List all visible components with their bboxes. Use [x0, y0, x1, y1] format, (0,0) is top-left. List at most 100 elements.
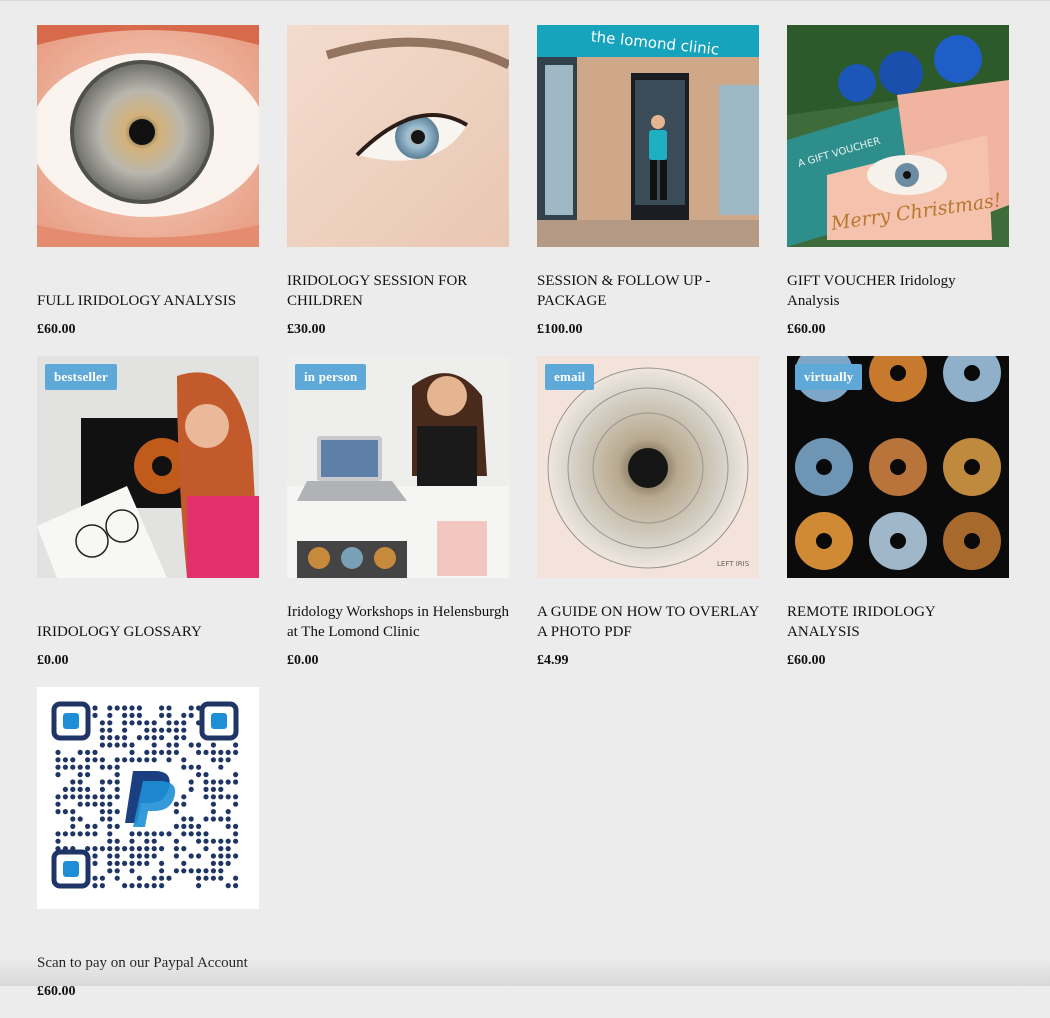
eye-side-image	[287, 25, 509, 247]
qr-dot	[225, 816, 231, 822]
product-image[interactable]: LEFT IRIS email	[537, 356, 759, 578]
qr-dot	[166, 757, 172, 763]
qr-dot	[188, 823, 194, 829]
qr-dot	[129, 712, 135, 718]
qr-finder-center	[63, 713, 79, 729]
qr-dot	[225, 823, 231, 829]
qr-dot	[122, 757, 128, 763]
qr-dot	[203, 838, 209, 844]
qr-dot	[77, 779, 83, 785]
product-title[interactable]: A GUIDE ON HOW TO OVERLAY A PHOTO PDF	[537, 602, 759, 642]
qr-dot	[196, 883, 202, 889]
product-card[interactable]: LEFT IRIS email A GUIDE ON HOW TO OVERLA…	[537, 356, 759, 687]
qr-dot	[107, 742, 113, 748]
qr-dot	[55, 749, 61, 755]
qr-dot	[107, 727, 113, 733]
qr-dot	[136, 831, 142, 837]
qr-dot	[173, 749, 179, 755]
qr-dot	[92, 757, 98, 763]
qr-dot	[70, 823, 76, 829]
qr-dot	[233, 831, 239, 837]
qr-dot	[92, 712, 98, 718]
product-card[interactable]: the lomond clinic SESSION & FOLLOW UP - …	[537, 25, 759, 356]
product-card[interactable]: A GIFT VOUCHER Merry Christmas! GIFT VOU…	[787, 25, 1009, 356]
qr-dot	[173, 868, 179, 874]
qr-dot	[225, 846, 231, 852]
product-card[interactable]: virtually REMOTE IRIDOLOGY ANALYSIS £60.…	[787, 356, 1009, 687]
qr-dot	[77, 772, 83, 778]
qr-dot	[210, 809, 216, 815]
qr-dot	[99, 809, 105, 815]
badge: virtually	[795, 364, 863, 390]
product-image[interactable]: in person	[287, 356, 509, 578]
qr-dot	[99, 727, 105, 733]
product-image[interactable]: A GIFT VOUCHER Merry Christmas!	[787, 25, 1009, 247]
qr-dot	[114, 705, 120, 711]
qr-dot	[99, 764, 105, 770]
product-card[interactable]: FULL IRIDOLOGY ANALYSIS £60.00	[37, 25, 259, 356]
qr-dot	[136, 735, 142, 741]
qr-dot	[173, 846, 179, 852]
product-title[interactable]: GIFT VOUCHER Iridology Analysis	[787, 271, 1009, 311]
qr-dot	[233, 883, 239, 889]
qr-dot	[233, 742, 239, 748]
qr-dot	[225, 860, 231, 866]
qr-dot	[129, 705, 135, 711]
qr-dot	[114, 846, 120, 852]
qr-dot	[144, 757, 150, 763]
product-title[interactable]: IRIDOLOGY SESSION FOR CHILDREN	[287, 271, 509, 311]
qr-dot	[166, 875, 172, 881]
qr-dot	[151, 846, 157, 852]
qr-dot	[122, 735, 128, 741]
qr-dot	[62, 764, 68, 770]
product-image[interactable]	[287, 25, 509, 247]
qr-dot	[181, 868, 187, 874]
qr-dot	[129, 868, 135, 874]
product-title[interactable]: FULL IRIDOLOGY ANALYSIS	[37, 291, 236, 311]
qr-dot	[188, 786, 194, 792]
qr-dot	[188, 779, 194, 785]
qr-dot	[233, 853, 239, 859]
product-image[interactable]: the lomond clinic	[537, 25, 759, 247]
qr-dot	[122, 883, 128, 889]
qr-dot	[181, 735, 187, 741]
product-card[interactable]: in person Iridology Workshops in Helensb…	[287, 356, 509, 687]
qr-dot	[114, 757, 120, 763]
product-card[interactable]: bestseller IRIDOLOGY GLOSSARY £0.00	[37, 356, 259, 687]
qr-dot	[107, 816, 113, 822]
qr-dot	[203, 772, 209, 778]
product-image[interactable]	[37, 687, 259, 909]
qr-dot	[173, 809, 179, 815]
qr-dot	[188, 831, 194, 837]
product-title[interactable]: SESSION & FOLLOW UP - PACKAGE	[537, 271, 759, 311]
qr-dot	[85, 794, 91, 800]
product-card[interactable]: IRIDOLOGY SESSION FOR CHILDREN £30.00	[287, 25, 509, 356]
product-title[interactable]: REMOTE IRIDOLOGY ANALYSIS	[787, 602, 1009, 642]
qr-dot	[136, 705, 142, 711]
qr-dot	[159, 712, 165, 718]
qr-dot	[114, 860, 120, 866]
qr-dot	[85, 757, 91, 763]
qr-dot	[151, 720, 157, 726]
qr-dot	[55, 757, 61, 763]
qr-dot	[181, 757, 187, 763]
qr-dot	[99, 779, 105, 785]
iris-pupil	[890, 533, 906, 549]
product-image[interactable]: bestseller	[37, 356, 259, 578]
qr-dot	[92, 831, 98, 837]
qr-dot	[159, 727, 165, 733]
qr-dot	[62, 809, 68, 815]
qr-dot	[233, 779, 239, 785]
qr-dot	[144, 831, 150, 837]
qr-dot	[233, 794, 239, 800]
qr-dot	[136, 757, 142, 763]
qr-dot	[55, 772, 61, 778]
product-image[interactable]	[37, 25, 259, 247]
qr-dot	[218, 786, 224, 792]
qr-dot	[114, 735, 120, 741]
product-image[interactable]: virtually	[787, 356, 1009, 578]
qr-dot	[166, 742, 172, 748]
product-price: £4.99	[537, 653, 569, 668]
product-title[interactable]: Iridology Workshops in Helensburgh at Th…	[287, 602, 509, 642]
product-title[interactable]: IRIDOLOGY GLOSSARY	[37, 622, 202, 642]
